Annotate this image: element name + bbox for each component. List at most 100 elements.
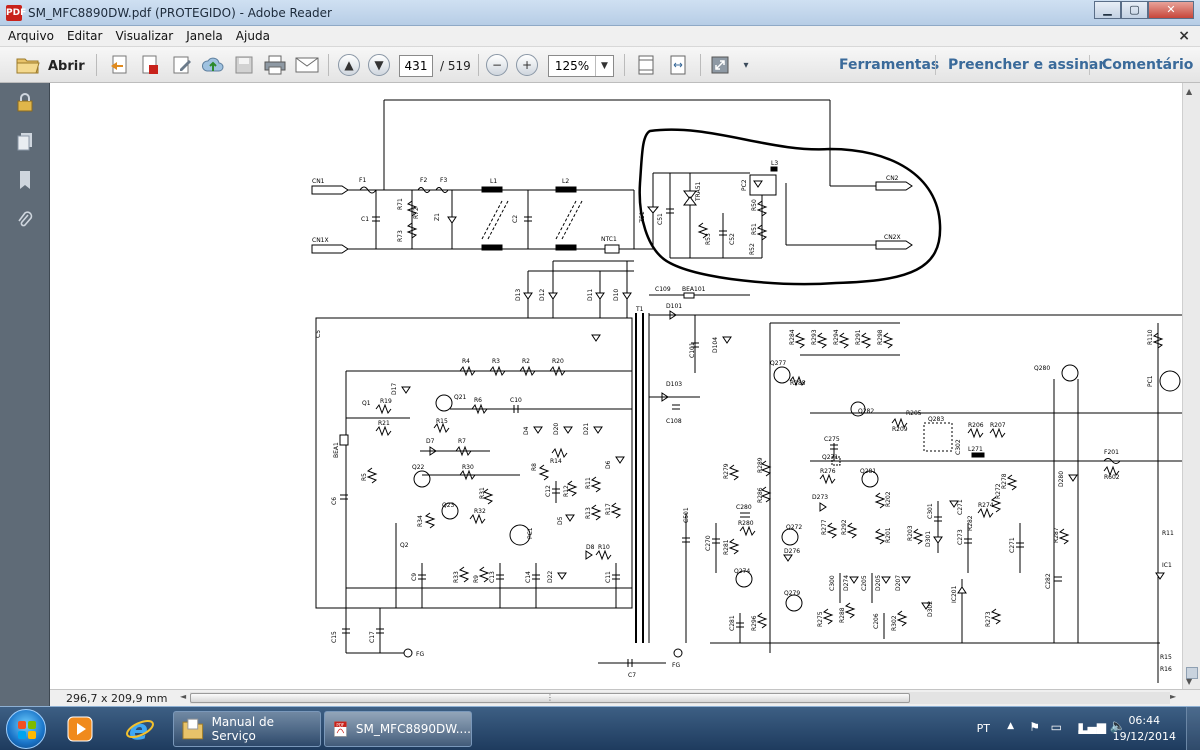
svg-text:Q22: Q22: [412, 464, 425, 471]
start-button[interactable]: [6, 709, 46, 749]
scroll-up-arrow-icon[interactable]: ▲: [1186, 87, 1192, 96]
svg-text:R17: R17: [605, 503, 612, 515]
language-indicator[interactable]: PT: [977, 722, 990, 735]
ferramentas-link[interactable]: Ferramentas: [839, 57, 939, 73]
page-number-input[interactable]: [399, 55, 433, 77]
menu-ajuda[interactable]: Ajuda: [236, 29, 270, 43]
menu-janela[interactable]: Janela: [186, 29, 223, 43]
preencher-assinar-link[interactable]: Preencher e assinar: [948, 57, 1105, 73]
page-thumbnails-icon[interactable]: [14, 131, 36, 153]
edit-pdf-icon[interactable]: [170, 53, 194, 77]
document-view[interactable]: CN1 CN1X F1 F2 F3 C1 R71 R72 R73 Z1 L1 C…: [50, 83, 1182, 689]
svg-text:C109: C109: [655, 286, 671, 293]
network-monitor-icon[interactable]: ▭: [1051, 720, 1062, 734]
scroll-right-arrow-icon[interactable]: ►: [1170, 692, 1176, 701]
svg-text:R71: R71: [397, 198, 404, 210]
pdf-file-icon: PDF: [334, 721, 347, 737]
scroll-left-arrow-icon[interactable]: ◄: [180, 692, 186, 701]
svg-text:D101: D101: [666, 303, 682, 310]
secondary-control: R284 R293 R294 R291 R298 Q277 R285 Q282 …: [705, 322, 1182, 683]
zoom-select[interactable]: ▼: [548, 55, 614, 77]
svg-text:R275: R275: [817, 611, 824, 627]
svg-text:C271: C271: [957, 499, 964, 515]
svg-text:Z1: Z1: [434, 213, 441, 221]
close-button[interactable]: ✕: [1148, 1, 1194, 19]
lock-icon[interactable]: [14, 91, 36, 113]
document-close-icon[interactable]: ×: [1178, 28, 1190, 44]
svg-text:C302: C302: [955, 439, 962, 455]
zoom-in-button[interactable]: +: [516, 53, 538, 77]
taskbar-item-manual[interactable]: Manual de Serviço: [173, 711, 321, 747]
folder-icon: [182, 718, 204, 740]
bookmark-icon[interactable]: [14, 169, 36, 191]
svg-text:R34: R34: [417, 515, 424, 527]
signal-bars-icon[interactable]: ▂▄▆: [1078, 720, 1106, 734]
open-button-label[interactable]: Abrir: [48, 59, 85, 74]
comentario-link[interactable]: Comentário: [1102, 57, 1193, 73]
cn2x-label: CN2X: [884, 234, 901, 241]
svg-text:L1: L1: [490, 178, 497, 185]
create-pdf-icon[interactable]: [108, 53, 132, 77]
next-page-button[interactable]: ▼: [368, 53, 390, 77]
svg-text:R3: R3: [492, 358, 500, 365]
fit-page-icon[interactable]: [634, 53, 658, 77]
zoom-out-button[interactable]: −: [486, 53, 508, 77]
svg-text:C51: C51: [657, 213, 664, 225]
full-screen-icon[interactable]: [708, 53, 732, 77]
svg-text:FG: FG: [672, 662, 680, 669]
svg-text:D22: D22: [547, 571, 554, 583]
media-player-icon[interactable]: [58, 711, 102, 747]
svg-text:C5: C5: [315, 330, 322, 338]
print-icon[interactable]: [262, 53, 288, 77]
svg-text:R30: R30: [462, 464, 474, 471]
horizontal-scrollbar[interactable]: ◄ ⋮ ►: [180, 692, 1180, 704]
svg-text:D12: D12: [539, 289, 546, 301]
scroll-down-arrow-icon[interactable]: ▼: [1186, 677, 1192, 686]
fit-width-icon[interactable]: [666, 53, 690, 77]
open-folder-icon[interactable]: [14, 53, 42, 77]
upload-cloud-icon[interactable]: [200, 53, 226, 77]
tray-expand-icon[interactable]: ▲: [1007, 721, 1014, 731]
show-desktop-button[interactable]: [1186, 707, 1200, 750]
svg-text:R273: R273: [985, 611, 992, 627]
svg-text:R21: R21: [378, 420, 390, 427]
toolbar-options-icon[interactable]: ▾: [738, 53, 754, 77]
svg-text:R287: R287: [1053, 527, 1060, 543]
export-pdf-icon[interactable]: [138, 53, 162, 77]
chevron-down-icon[interactable]: ▼: [595, 56, 613, 76]
menu-bar: Arquivo Editar Visualizar Janela Ajuda ×: [0, 26, 1200, 47]
svg-text:FG: FG: [416, 651, 424, 658]
attachment-paperclip-icon[interactable]: [14, 209, 36, 231]
taskbar-item-pdf[interactable]: PDF SM_MFC8890DW....: [324, 711, 472, 747]
svg-text:D11: D11: [587, 289, 594, 301]
menu-arquivo[interactable]: Arquivo: [8, 29, 54, 43]
svg-text:Q281: Q281: [860, 468, 876, 475]
internet-explorer-icon[interactable]: e: [118, 711, 162, 747]
svg-text:D274: D274: [843, 575, 850, 591]
svg-text:R298: R298: [877, 329, 884, 345]
svg-text:D276: D276: [784, 548, 800, 555]
svg-text:BEA101: BEA101: [682, 286, 706, 293]
zoom-input[interactable]: [549, 56, 595, 76]
svg-text:R53: R53: [705, 233, 712, 245]
save-disk-icon[interactable]: [232, 53, 256, 77]
menu-editar[interactable]: Editar: [67, 29, 103, 43]
svg-text:T1: T1: [635, 306, 644, 313]
vertical-scrollbar[interactable]: ▲ ▼: [1182, 83, 1200, 689]
previous-page-button[interactable]: ▲: [338, 53, 360, 77]
clock[interactable]: 06:44 19/12/2014: [1113, 713, 1176, 745]
svg-text:Q279: Q279: [784, 590, 800, 597]
svg-text:C12: C12: [545, 485, 552, 497]
action-center-flag-icon[interactable]: ⚑: [1029, 720, 1040, 734]
minimize-button[interactable]: ▁: [1094, 1, 1121, 19]
horizontal-scroll-thumb[interactable]: ⋮: [190, 693, 910, 703]
maximize-button[interactable]: ▢: [1121, 1, 1148, 19]
menu-visualizar[interactable]: Visualizar: [115, 29, 173, 43]
svg-text:Q282: Q282: [858, 408, 874, 415]
svg-text:R110: R110: [1147, 329, 1154, 345]
svg-text:L2: L2: [562, 178, 569, 185]
email-envelope-icon[interactable]: [294, 53, 320, 77]
svg-text:D7: D7: [426, 438, 435, 445]
svg-text:R15: R15: [1160, 654, 1172, 661]
svg-text:R10: R10: [598, 544, 610, 551]
